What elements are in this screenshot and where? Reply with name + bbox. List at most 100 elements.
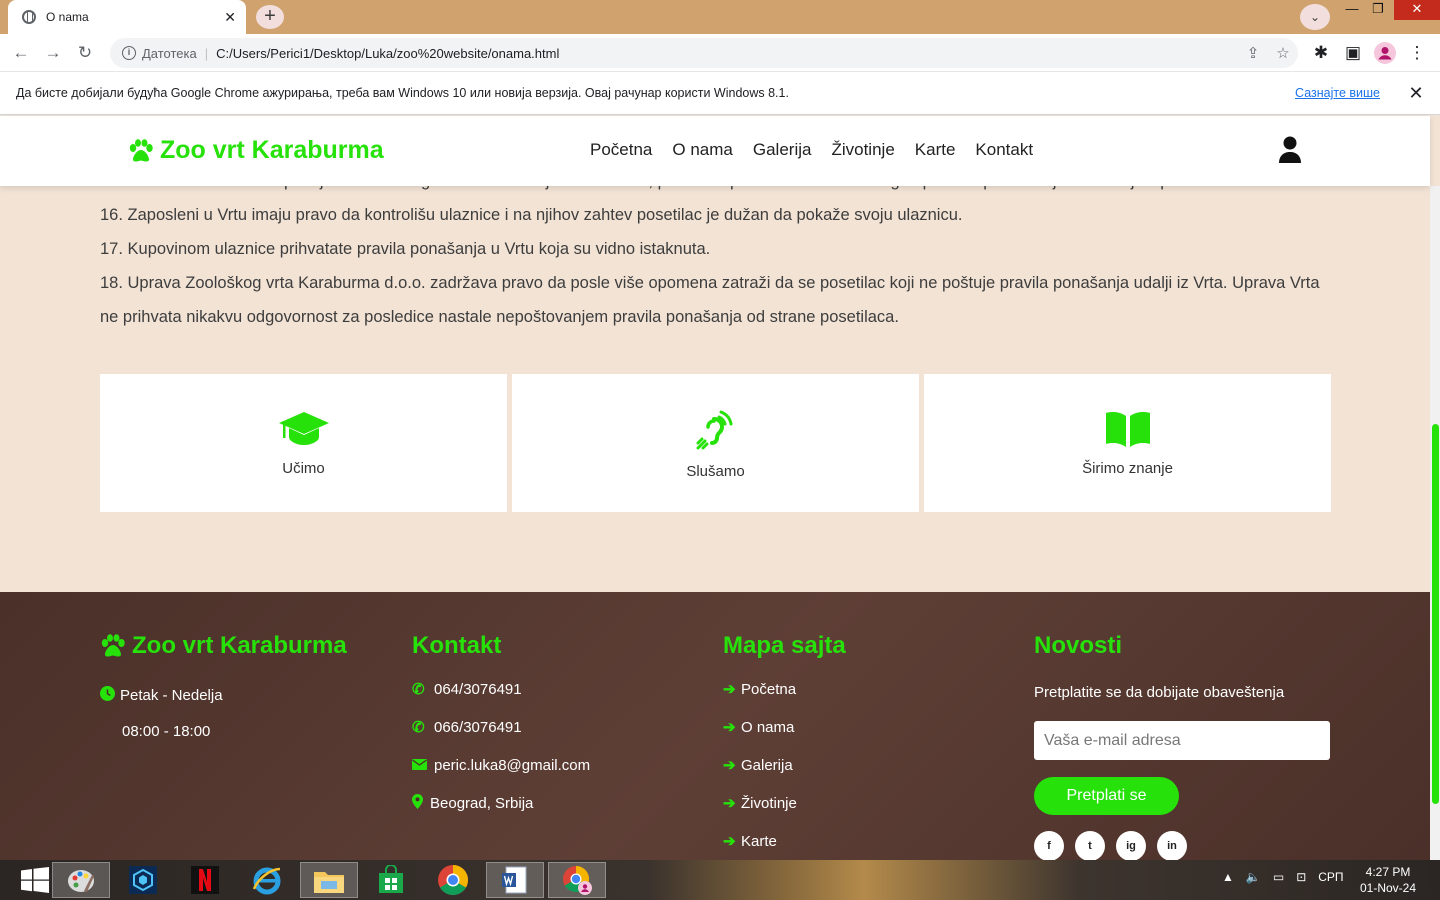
battery-icon[interactable]: ▭ <box>1273 870 1284 884</box>
paw-icon <box>129 138 153 162</box>
new-tab-button[interactable]: + <box>256 5 284 29</box>
footer-news-column: Novosti Pretplatite se da dobijate obave… <box>1034 632 1330 860</box>
footer-contact-title: Kontakt <box>412 632 502 659</box>
taskbar-paint-icon[interactable] <box>52 862 110 898</box>
nav-kontakt[interactable]: Kontakt <box>975 140 1033 160</box>
taskbar-ie-icon[interactable] <box>238 862 296 898</box>
phone1-text[interactable]: 064/3076491 <box>434 681 522 698</box>
window-close-button[interactable]: ✕ <box>1394 0 1440 20</box>
menu-kebab-icon[interactable]: ⋮ <box>1406 42 1428 64</box>
network-icon[interactable]: ⊡ <box>1296 870 1306 884</box>
rule-item: 17. Kupovinom ulaznice prihvatate pravil… <box>100 240 711 258</box>
instagram-icon[interactable]: ig <box>1116 831 1146 860</box>
social-links: f t ig in <box>1034 831 1330 860</box>
nav-pocetna[interactable]: Početna <box>590 140 652 160</box>
arrow-right-icon: ➔ <box>723 757 736 774</box>
windows-logo-icon <box>21 867 49 893</box>
taskbar-app-icon[interactable] <box>114 862 172 898</box>
page-content: 15. Video i foto snimci napravljeni u Vr… <box>0 160 1430 592</box>
address-separator: | <box>204 45 209 61</box>
arrow-right-icon: ➔ <box>723 681 736 698</box>
tab-close-icon[interactable]: ✕ <box>224 9 236 26</box>
share-icon[interactable]: ⇪ <box>1238 44 1268 62</box>
subscribe-button[interactable]: Pretplati se <box>1034 777 1179 815</box>
feature-label: Učimo <box>282 459 325 477</box>
tab-search-button[interactable]: ⌄ <box>1300 4 1330 30</box>
footer-brand-column: Zoo vrt Karaburma Petak - Nedelja 08:00 … <box>100 632 347 748</box>
feature-card-slusamo: Slušamo <box>512 374 919 512</box>
scrollbar-thumb[interactable] <box>1432 424 1439 804</box>
taskbar-clock[interactable]: 4:27 PM 01-Nov-24 <box>1360 864 1416 896</box>
twitter-icon[interactable]: t <box>1075 831 1105 860</box>
contact-list: ✆ 064/3076491 ✆ 066/3076491 peric.luka8@… <box>412 670 590 822</box>
site-header: Zoo vrt Karaburma Početna O nama Galerij… <box>0 116 1430 186</box>
nav-zivotinje[interactable]: Životinje <box>831 140 894 160</box>
update-infobar: Да бисте добијали будућа Google Chrome а… <box>0 72 1440 115</box>
arrow-right-icon: ➔ <box>723 833 736 850</box>
phone-icon: ✆ <box>412 681 425 698</box>
extensions-icon[interactable]: ✱ <box>1310 42 1332 64</box>
infobar-close-icon[interactable]: ✕ <box>1404 83 1428 104</box>
news-text: Pretplatite se da dobijate obaveštenja <box>1034 684 1285 701</box>
site-logo[interactable]: Zoo vrt Karaburma <box>128 136 384 165</box>
window-restore-button[interactable]: ❐ <box>1366 0 1390 20</box>
user-icon[interactable] <box>1278 136 1302 169</box>
clock-time: 4:27 PM <box>1365 865 1411 879</box>
clock-date: 01-Nov-24 <box>1360 881 1417 895</box>
footer-sitemap-column: Mapa sajta ➔ Početna ➔ O nama ➔ Galerija ➔ Ž… <box>723 632 846 860</box>
newsletter-email-input[interactable]: Vaša e-mail adresa <box>1034 721 1330 760</box>
taskbar-word-icon[interactable] <box>486 862 544 898</box>
taskbar-chrome-profile-icon[interactable] <box>548 862 606 898</box>
linkedin-icon[interactable]: in <box>1157 831 1187 860</box>
nav-o-nama[interactable]: O nama <box>672 140 732 160</box>
tray-overflow-icon[interactable]: ▲ <box>1222 870 1234 884</box>
feature-label: Širimo znanje <box>1082 459 1173 477</box>
bookmark-star-icon[interactable]: ☆ <box>1268 44 1298 62</box>
clock-icon <box>100 685 122 705</box>
sitemap-label: Životinje <box>741 794 797 812</box>
window-minimize-button[interactable]: — <box>1340 0 1364 20</box>
taskbar-chrome-icon[interactable] <box>424 862 482 898</box>
browser-tab[interactable]: O nama ✕ <box>8 0 246 34</box>
footer-brand-name: Zoo vrt Karaburma <box>132 632 347 659</box>
facebook-icon[interactable]: f <box>1034 831 1064 860</box>
footer-days: Petak - Nedelja <box>100 676 347 714</box>
sitemap-link[interactable]: ➔ Karte <box>723 822 846 860</box>
sitemap-link[interactable]: ➔ Početna <box>723 670 846 708</box>
page-scrollbar[interactable] <box>1430 186 1440 860</box>
feature-card-ucimo: Učimo <box>100 374 507 512</box>
arrow-right-icon: ➔ <box>723 719 736 736</box>
footer-brand: Zoo vrt Karaburma <box>100 632 347 660</box>
sitemap-label: Karte <box>741 832 777 850</box>
nav-galerija[interactable]: Galerija <box>753 140 812 160</box>
sitemap-label: Početna <box>741 680 797 698</box>
contact-location: Beograd, Srbija <box>412 784 590 822</box>
phone2-text[interactable]: 066/3076491 <box>434 719 522 736</box>
volume-icon[interactable]: 🔈 <box>1246 870 1261 884</box>
taskbar-explorer-icon[interactable] <box>300 862 358 898</box>
open-book-icon <box>1105 411 1150 447</box>
taskbar-netflix-icon[interactable] <box>176 862 234 898</box>
side-panel-icon[interactable]: ▣ <box>1342 42 1364 64</box>
infobar-message: Да бисте добијали будућа Google Chrome а… <box>16 86 789 100</box>
sitemap-label: Galerija <box>741 756 793 774</box>
reload-icon[interactable]: ↻ <box>74 42 96 64</box>
sitemap-link[interactable]: ➔ Životinje <box>723 784 846 822</box>
email-text[interactable]: peric.luka8@gmail.com <box>434 757 590 774</box>
taskbar-store-icon[interactable] <box>362 862 420 898</box>
learn-more-link[interactable]: Сазнајте више <box>1295 86 1380 100</box>
phone-icon: ✆ <box>412 719 425 736</box>
sitemap-link[interactable]: ➔ Galerija <box>723 746 846 784</box>
language-indicator[interactable]: СРП <box>1318 870 1343 884</box>
globe-icon <box>22 10 36 24</box>
site-info-icon[interactable]: i <box>122 46 136 60</box>
address-bar[interactable]: i Датотека | C:/Users/Perici1/Desktop/Lu… <box>110 38 1298 68</box>
contact-email: peric.luka8@gmail.com <box>412 746 590 784</box>
forward-icon[interactable]: → <box>42 42 64 64</box>
profile-avatar-icon[interactable] <box>1374 42 1396 64</box>
nav-karte[interactable]: Karte <box>915 140 956 160</box>
address-url[interactable]: C:/Users/Perici1/Desktop/Luka/zoo%20webs… <box>216 46 1238 61</box>
back-icon[interactable]: ← <box>10 42 32 64</box>
arrow-right-icon: ➔ <box>723 795 736 812</box>
sitemap-link[interactable]: ➔ O nama <box>723 708 846 746</box>
